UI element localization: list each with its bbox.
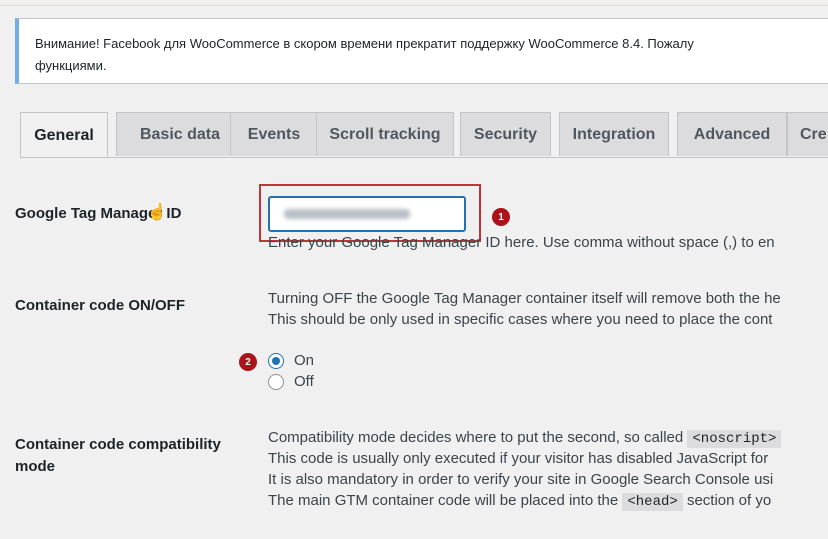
compat-mode-label-line1: Container code compatibility bbox=[15, 436, 221, 453]
step-marker-1: 1 bbox=[492, 208, 510, 226]
tab-cre[interactable]: Cre bbox=[787, 112, 828, 156]
container-toggle-label: Container code ON/OFF bbox=[15, 297, 186, 314]
top-strip bbox=[0, 0, 828, 6]
container-toggle-desc2: This should be only used in specific cas… bbox=[268, 311, 773, 328]
radio-on-label[interactable]: On bbox=[294, 351, 314, 371]
tab-label: Scroll tracking bbox=[329, 125, 441, 143]
hand-cursor-icon: ☝ bbox=[147, 204, 167, 221]
admin-notice: Внимание! Facebook для WooCommerce в ско… bbox=[15, 18, 828, 84]
tab-basic-data[interactable]: Basic data bbox=[116, 112, 244, 156]
tab-advanced[interactable]: Advanced bbox=[677, 112, 787, 156]
tab-security[interactable]: Security bbox=[460, 112, 551, 156]
tab-integration[interactable]: Integration bbox=[559, 112, 669, 156]
compat-desc1-text: Compatibility mode decides where to put … bbox=[268, 429, 688, 446]
tab-label: Cre bbox=[800, 125, 827, 143]
container-toggle-desc1: Turning OFF the Google Tag Manager conta… bbox=[268, 290, 781, 307]
tab-label: General bbox=[34, 126, 94, 144]
tab-events[interactable]: Events bbox=[230, 112, 318, 156]
compat-desc4-tail: section of yo bbox=[682, 492, 772, 509]
radio-on[interactable] bbox=[268, 353, 284, 369]
tab-label: Security bbox=[473, 125, 538, 143]
compat-desc3: It is also mandatory in order to verify … bbox=[268, 471, 774, 488]
tab-label: Basic data bbox=[139, 125, 221, 143]
notice-text-line2: функциями. bbox=[35, 58, 107, 73]
tab-label: Integration bbox=[572, 125, 656, 143]
tab-divider bbox=[20, 157, 828, 158]
tab-label: Events bbox=[247, 125, 301, 143]
radio-off[interactable] bbox=[268, 374, 284, 390]
tab-scroll-tracking[interactable]: Scroll tracking bbox=[316, 112, 454, 156]
noscript-code: <noscript> bbox=[687, 430, 782, 448]
head-code: <head> bbox=[622, 493, 683, 511]
radio-off-label[interactable]: Off bbox=[294, 372, 314, 392]
gtm-id-help: Enter your Google Tag Manager ID here. U… bbox=[268, 234, 775, 251]
compat-desc4-text: The main GTM container code will be plac… bbox=[268, 492, 623, 509]
compat-mode-label-line2: mode bbox=[15, 458, 56, 475]
step-marker-2: 2 bbox=[239, 353, 257, 371]
radio-dot bbox=[272, 357, 280, 365]
tab-label: Advanced bbox=[693, 125, 771, 143]
tab-general[interactable]: General bbox=[20, 112, 108, 158]
notice-text-line1: Внимание! Facebook для WooCommerce в ско… bbox=[35, 36, 694, 51]
compat-desc1: Compatibility mode decides where to put … bbox=[268, 428, 782, 450]
compat-desc4: The main GTM container code will be plac… bbox=[268, 491, 771, 513]
compat-desc2: This code is usually only executed if yo… bbox=[268, 450, 769, 467]
